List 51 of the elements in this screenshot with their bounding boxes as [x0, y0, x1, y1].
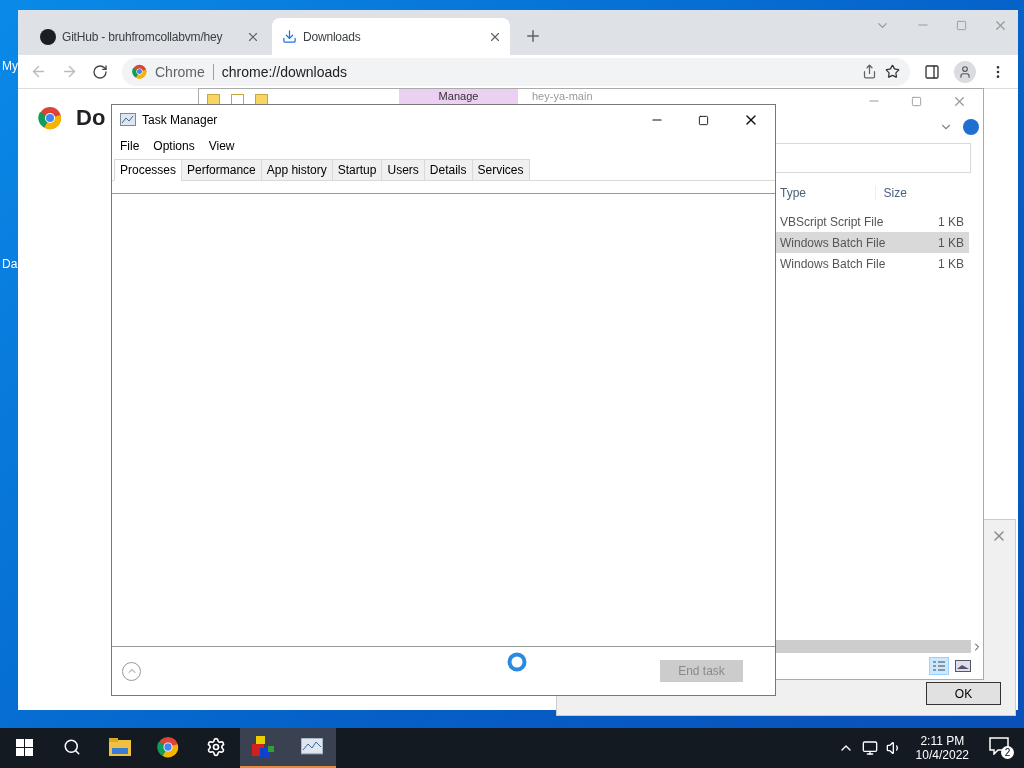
- start-icon[interactable]: [15, 738, 33, 756]
- chrome-chip-icon: [132, 64, 147, 79]
- search-icon[interactable]: [63, 738, 81, 756]
- tab[interactable]: Services: [471, 159, 530, 181]
- preview-view-icon[interactable]: [955, 660, 971, 672]
- window-title: hey-ya-main: [532, 89, 593, 103]
- file-row[interactable]: Windows Batch File 1 KB: [775, 253, 969, 274]
- task-manager-icon: [301, 738, 323, 756]
- window-title: Task Manager: [142, 113, 218, 127]
- taskbar-app[interactable]: [288, 728, 336, 768]
- reload-icon[interactable]: [92, 63, 108, 80]
- desktop-icon-label[interactable]: My: [2, 59, 18, 73]
- blocks-icon: [252, 736, 276, 758]
- menu-item[interactable]: View: [208, 139, 235, 153]
- tab[interactable]: Details: [423, 159, 473, 181]
- ok-button[interactable]: OK: [926, 682, 1001, 705]
- settings-icon: [206, 737, 226, 757]
- tab[interactable]: Users: [381, 159, 425, 181]
- share-icon[interactable]: [862, 64, 877, 79]
- download-icon: [282, 29, 297, 44]
- menu-item[interactable]: Options: [153, 139, 195, 153]
- address-bar[interactable]: Chrome chrome://downloads: [122, 57, 910, 86]
- menu-item[interactable]: File: [120, 139, 140, 153]
- side-panel-icon[interactable]: [924, 63, 940, 80]
- task-manager-icon: [120, 113, 136, 127]
- star-icon[interactable]: [885, 64, 900, 79]
- browser-tab[interactable]: Downloads: [272, 18, 510, 55]
- clock[interactable]: 2:11 PM 10/4/2022: [915, 734, 969, 762]
- new-tab-icon[interactable]: [524, 27, 542, 45]
- chrome-logo-icon: [157, 736, 179, 758]
- tab[interactable]: Processes: [114, 159, 183, 181]
- folder-icon: [109, 738, 131, 756]
- file-row[interactable]: Windows Batch File 1 KB: [775, 232, 969, 253]
- file-row[interactable]: VBScript Script File 1 KB: [775, 211, 969, 232]
- tab[interactable]: App history: [260, 159, 333, 181]
- tab[interactable]: Startup: [331, 159, 383, 181]
- browser-tab[interactable]: GitHub - bruhfromcollabvm/hey: [30, 18, 268, 55]
- chrome-logo-icon: [38, 106, 62, 130]
- taskbar-app[interactable]: [240, 728, 288, 768]
- tab[interactable]: Performance: [181, 159, 262, 181]
- page-heading: Do: [76, 105, 106, 131]
- maximize-icon[interactable]: [698, 114, 709, 126]
- profile-icon[interactable]: [954, 60, 976, 83]
- search-field[interactable]: [775, 143, 971, 173]
- busy-cursor-icon: [507, 652, 527, 672]
- desktop-icon-label[interactable]: Da: [2, 257, 18, 271]
- column-header[interactable]: Size: [875, 186, 983, 200]
- network-icon[interactable]: [861, 740, 878, 756]
- details-view-icon[interactable]: [929, 657, 949, 675]
- scrollbar[interactable]: [775, 640, 971, 653]
- ribbon-tab[interactable]: Manage: [399, 89, 518, 105]
